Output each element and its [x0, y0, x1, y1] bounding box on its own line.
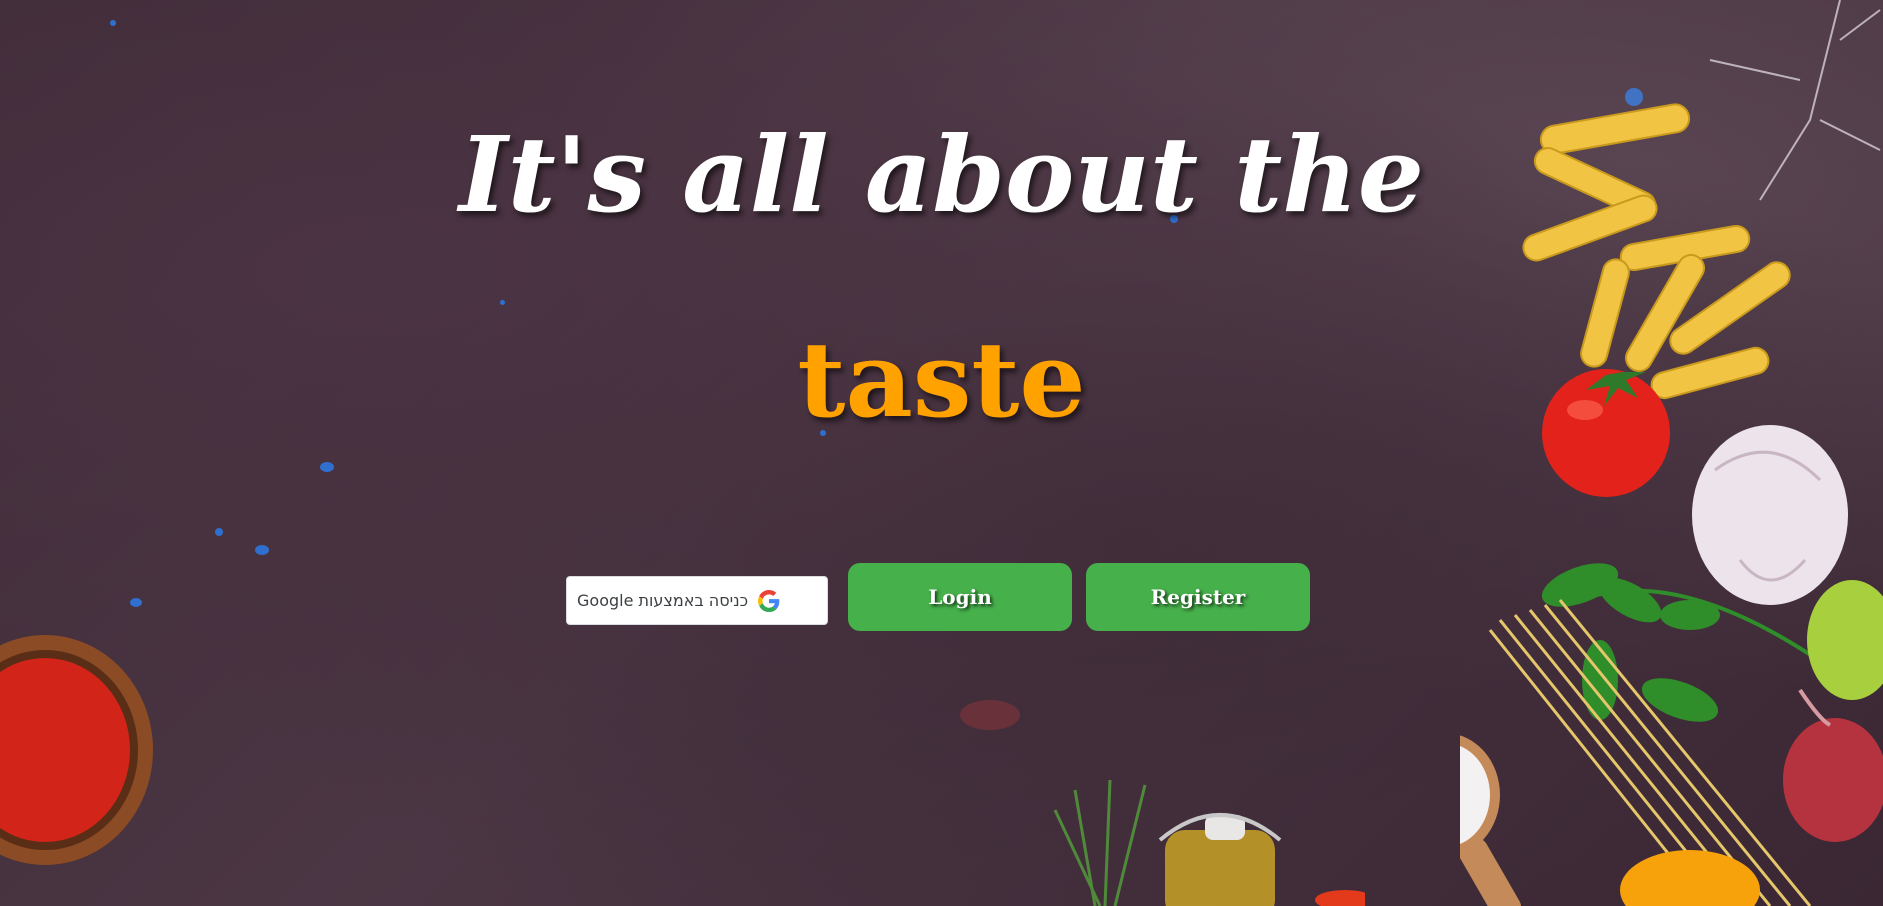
login-button[interactable]: Login [848, 563, 1072, 631]
dill-icon [1053, 779, 1147, 906]
speck [500, 300, 505, 305]
google-signin-button[interactable]: כניסה באמצעות Google [566, 576, 828, 625]
garlic-icon [1692, 425, 1848, 605]
oil-bottle-icon [1158, 813, 1282, 906]
onion-icon [1783, 688, 1883, 842]
hero-title: It's all about the [458, 113, 1425, 236]
speck [255, 545, 269, 555]
salt-spoon-icon [1460, 735, 1522, 906]
yellow-pepper-icon [1620, 850, 1760, 906]
speck [320, 462, 334, 472]
green-pepper-icon [1807, 580, 1883, 700]
dill-and-oil-decoration [1053, 779, 1365, 906]
register-button[interactable]: Register [1086, 563, 1310, 631]
speck [960, 700, 1020, 730]
paprika-bowl [0, 635, 153, 865]
chili-icon [1315, 890, 1365, 906]
speck [215, 528, 223, 536]
google-signin-label: כניסה באמצעות Google [577, 591, 749, 610]
google-g-icon [758, 589, 780, 612]
speck [110, 20, 116, 26]
hero-title-accent: taste [797, 318, 1086, 441]
speck [130, 598, 142, 607]
